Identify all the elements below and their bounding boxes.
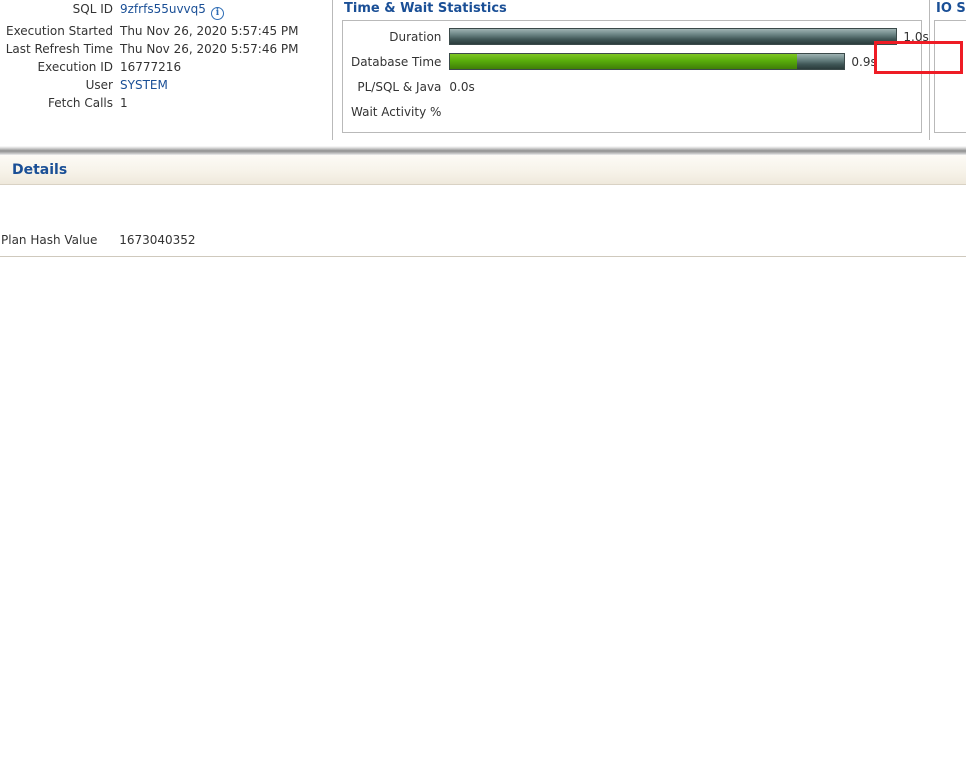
- io-statistics-box: [934, 20, 966, 133]
- general-info-link-value[interactable]: 9zfrfs55uvvq5 i: [120, 0, 330, 22]
- time-wait-statistics-panel: Time & Wait Statistics Duration 1.0s: [342, 0, 922, 133]
- io-statistics-title: IO S: [936, 1, 966, 16]
- general-info-body: SQL ID9zfrfs55uvvq5 i Execution StartedThu…: [0, 0, 330, 112]
- section-separator: [0, 146, 966, 155]
- duration-bar-cell: 1.0s: [449, 24, 928, 49]
- plsql-java-cell: 0.0s: [449, 74, 928, 99]
- general-info-value: Thu Nov 26, 2020 5:57:45 PM: [120, 22, 330, 40]
- general-info-link-value[interactable]: SYSTEM: [120, 76, 330, 94]
- general-info-label: Execution ID: [0, 58, 120, 76]
- io-statistics-panel: IO S: [934, 0, 966, 133]
- database-time-row: Database Time 0.9s: [343, 49, 929, 74]
- plan-statistics-table-container[interactable]: [0, 256, 966, 783]
- general-info-label: User: [0, 76, 120, 94]
- general-info-table: SQL ID9zfrfs55uvvq5 i Execution StartedThu…: [0, 0, 330, 112]
- general-info-row: Fetch Calls1: [0, 94, 330, 112]
- general-info-value: 16777216: [120, 58, 330, 76]
- general-info-value-text: 1: [120, 96, 128, 110]
- wait-activity-row: Wait Activity %: [343, 99, 929, 124]
- summary-region: SQL ID9zfrfs55uvvq5 i Execution StartedThu…: [0, 0, 966, 145]
- database-time-value: 0.9s: [851, 55, 876, 69]
- vertical-divider-left: [332, 0, 333, 140]
- wait-activity-label: Wait Activity %: [343, 99, 449, 124]
- general-info-row: UserSYSTEM: [0, 76, 330, 94]
- general-info-row: Last Refresh TimeThu Nov 26, 2020 5:57:4…: [0, 40, 330, 58]
- wait-activity-cell: [449, 99, 928, 124]
- general-info-value-text: 9zfrfs55uvvq5: [120, 2, 206, 16]
- plan-hash-value-row: Plan Hash Value 1673040352: [0, 233, 196, 247]
- time-wait-statistics-title: Time & Wait Statistics: [344, 1, 922, 16]
- general-info-row: Execution ID16777216: [0, 58, 330, 76]
- plan-hash-value: 1673040352: [119, 233, 195, 247]
- plsql-java-row: PL/SQL & Java 0.0s: [343, 74, 929, 99]
- details-header: Details: [0, 155, 966, 185]
- duration-row: Duration 1.0s: [343, 24, 929, 49]
- info-icon[interactable]: i: [211, 7, 224, 20]
- general-info-value-text: 16777216: [120, 60, 181, 74]
- plsql-java-label: PL/SQL & Java: [343, 74, 449, 99]
- database-time-bar: [449, 53, 845, 70]
- plan-hash-label: Plan Hash Value: [1, 233, 97, 247]
- general-info-label: Fetch Calls: [0, 94, 120, 112]
- time-wait-statistics-box: Duration 1.0s Database Time: [342, 20, 922, 133]
- database-time-label: Database Time: [343, 49, 449, 74]
- general-info-value-text: SYSTEM: [120, 78, 168, 92]
- plsql-java-value: 0.0s: [449, 80, 474, 94]
- general-info-value: 1: [120, 94, 330, 112]
- general-info-label: SQL ID: [0, 0, 120, 22]
- general-info-label: Execution Started: [0, 22, 120, 40]
- general-info-value: Thu Nov 26, 2020 5:57:46 PM: [120, 40, 330, 58]
- general-info-label: Last Refresh Time: [0, 40, 120, 58]
- duration-value: 1.0s: [903, 30, 928, 44]
- general-info-row: SQL ID9zfrfs55uvvq5 i: [0, 0, 330, 22]
- time-wait-rows: Duration 1.0s Database Time: [343, 24, 929, 124]
- vertical-divider-right: [929, 0, 930, 140]
- duration-bar: [449, 28, 897, 45]
- details-title: Details: [0, 155, 966, 178]
- duration-label: Duration: [343, 24, 449, 49]
- database-time-bar-cell: 0.9s: [449, 49, 928, 74]
- general-info-value-text: Thu Nov 26, 2020 5:57:46 PM: [120, 42, 299, 56]
- general-info-value-text: Thu Nov 26, 2020 5:57:45 PM: [120, 24, 299, 38]
- general-info-row: Execution StartedThu Nov 26, 2020 5:57:4…: [0, 22, 330, 40]
